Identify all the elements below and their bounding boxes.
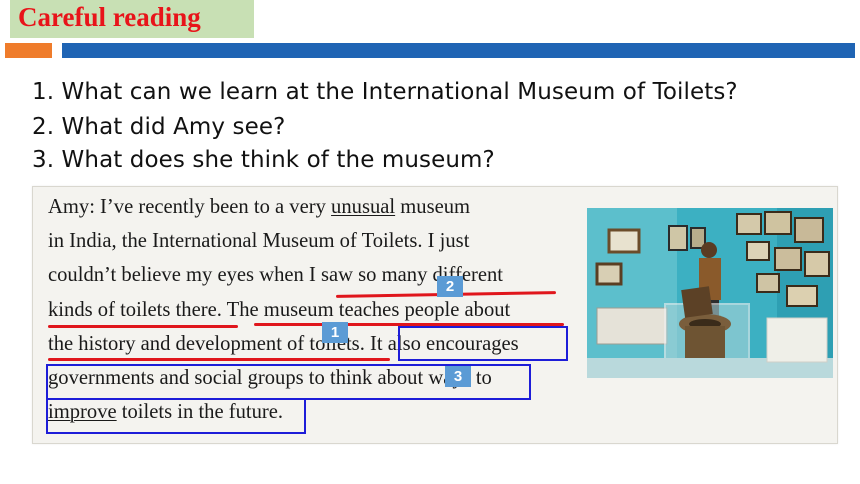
passage-line-1: Amy: I’ve recently been to a very unusua… bbox=[48, 196, 470, 219]
question-1: 1. What can we learn at the Internationa… bbox=[32, 79, 738, 105]
tag-1: 1 bbox=[322, 322, 348, 343]
passage-text: Amy: I’ve recently been to a very bbox=[48, 196, 332, 218]
passage-line-2: in India, the International Museum of To… bbox=[48, 230, 470, 252]
tag-2: 2 bbox=[437, 276, 463, 297]
blue-box-improve bbox=[46, 398, 306, 434]
title-box: Careful reading bbox=[10, 0, 254, 38]
accent-bar-orange bbox=[5, 43, 52, 58]
question-2: 2. What did Amy see? bbox=[32, 114, 286, 140]
museum-photo-illustration bbox=[587, 208, 833, 378]
accent-bar-blue bbox=[62, 43, 855, 58]
passage-underlined-word: unusual bbox=[331, 196, 396, 218]
passage-line-4: kinds of toilets there. The museum teach… bbox=[48, 299, 511, 321]
red-underline-history bbox=[48, 358, 390, 361]
tag-3: 3 bbox=[445, 366, 471, 387]
passage-text: museum bbox=[395, 196, 471, 218]
question-3: 3. What does she think of the museum? bbox=[32, 147, 495, 173]
red-underline-kinds bbox=[48, 325, 238, 328]
museum-photo bbox=[587, 208, 833, 378]
slide-title: Careful reading bbox=[18, 2, 201, 32]
blue-box-encourages bbox=[398, 326, 568, 361]
passage-line-3: couldn’t believe my eyes when I saw so m… bbox=[48, 264, 504, 286]
